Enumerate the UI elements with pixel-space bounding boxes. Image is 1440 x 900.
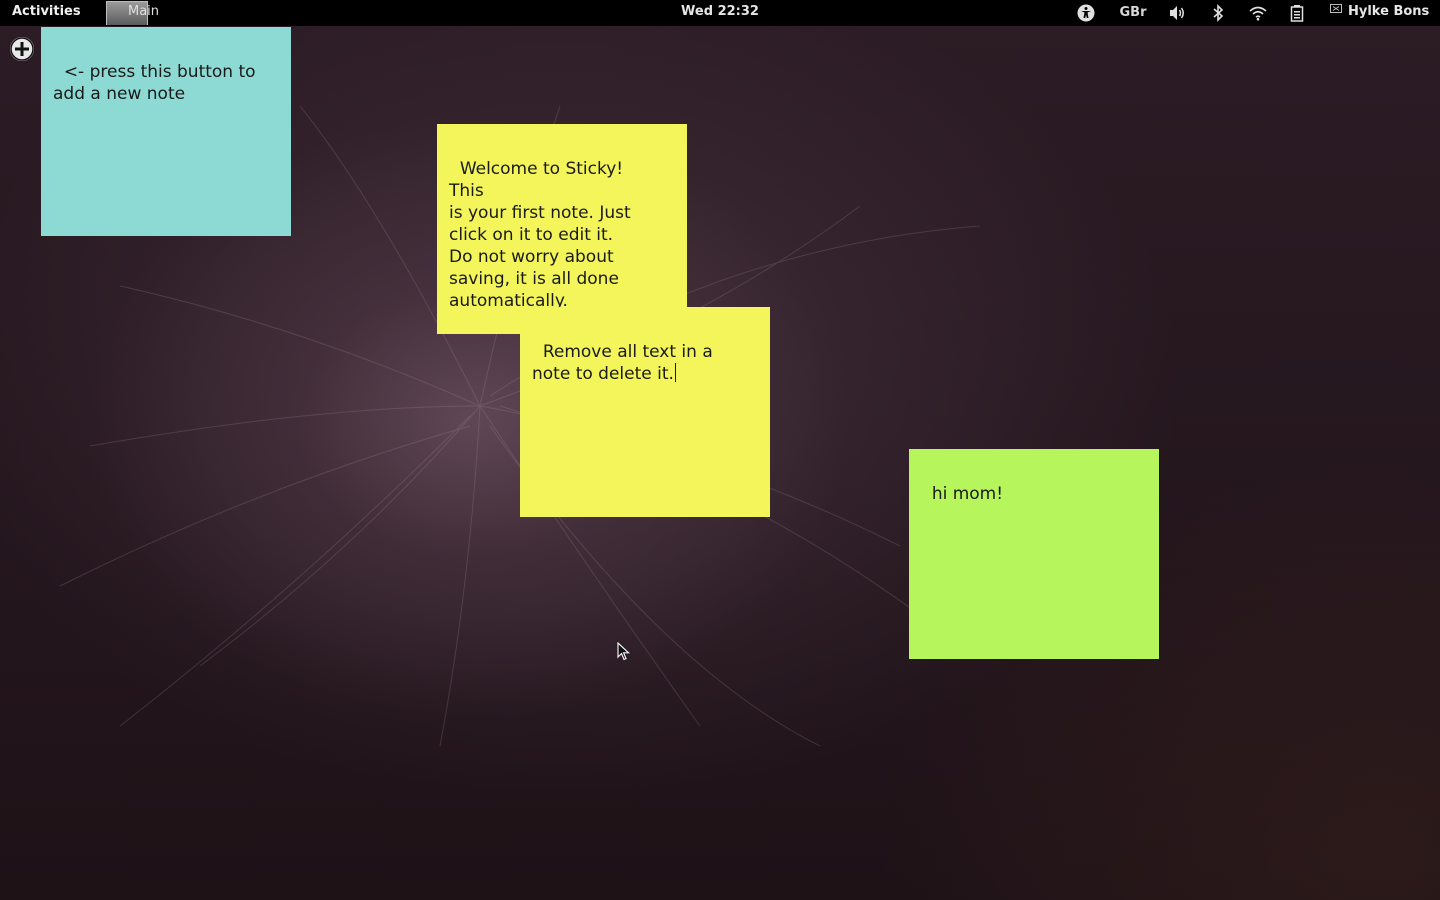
sticky-note[interactable]: Welcome to Sticky! This is your first no… xyxy=(437,124,687,334)
volume-icon[interactable] xyxy=(1168,3,1188,23)
activities-button[interactable]: Activities xyxy=(12,4,81,19)
sticky-note[interactable]: <- press this button to add a new note xyxy=(41,27,291,236)
mouse-pointer-icon xyxy=(617,642,631,661)
top-bar: Activities Main Wed 22:32 GBr Hylke Bons xyxy=(0,0,1440,26)
note-text: hi mom! xyxy=(931,484,1004,504)
wifi-icon[interactable] xyxy=(1248,3,1268,23)
note-text: Welcome to Sticky! This is your first no… xyxy=(449,159,631,311)
sticky-note-active[interactable]: Remove all text in a note to delete it. xyxy=(520,307,770,517)
keyboard-layout-indicator[interactable]: GBr xyxy=(1116,3,1150,23)
sticky-note[interactable]: hi mom! xyxy=(909,449,1159,659)
add-note-button[interactable] xyxy=(10,37,34,61)
note-text: <- press this button to add a new note xyxy=(53,62,256,104)
accessibility-icon[interactable] xyxy=(1076,3,1096,23)
user-name: Hylke Bons xyxy=(1348,4,1430,19)
user-menu[interactable]: Hylke Bons xyxy=(1330,4,1429,19)
app-menu-label: Main xyxy=(128,4,160,19)
add-circle-icon xyxy=(10,37,34,61)
battery-icon[interactable] xyxy=(1287,3,1307,23)
app-menu[interactable]: Main xyxy=(104,0,194,26)
bluetooth-icon[interactable] xyxy=(1208,3,1228,23)
text-caret xyxy=(674,363,676,382)
note-text: Remove all text in a note to delete it. xyxy=(532,342,713,384)
clock[interactable]: Wed 22:32 xyxy=(670,4,770,19)
user-status-icon xyxy=(1330,4,1342,13)
